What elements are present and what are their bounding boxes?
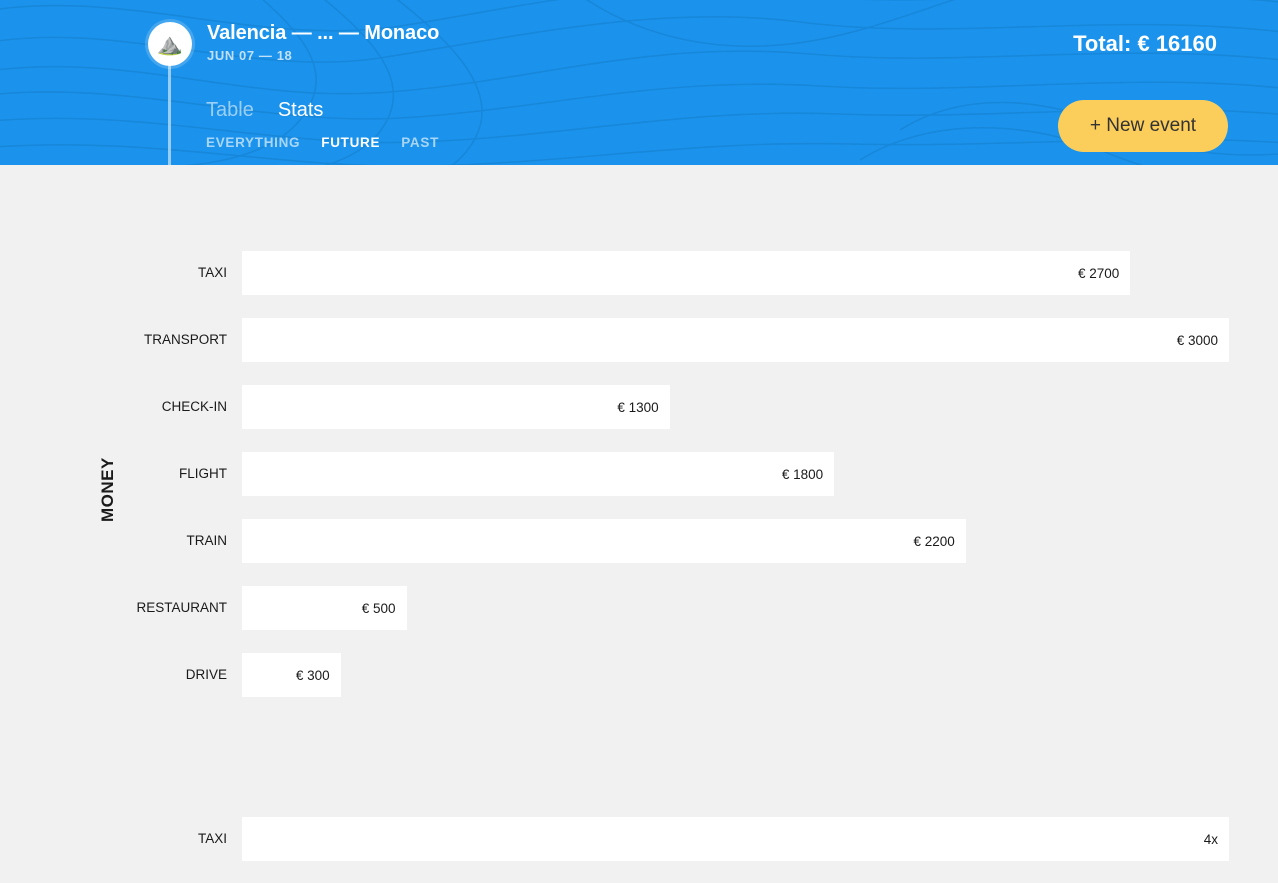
bar-category-label: FLIGHT [178,466,227,481]
avatar: ⛰️ [148,22,192,66]
filter-past[interactable]: PAST [401,135,439,150]
bar-value-label: € 2700 [1078,265,1120,281]
bar-category-label: TRANSPORT [143,332,227,347]
bar-row: DRIVE € 300 [0,653,1278,720]
bar[interactable]: € 1800 [242,452,835,496]
new-event-button[interactable]: + New event [1058,100,1228,152]
view-tabs: Table Stats [206,99,323,122]
page-title: Valencia — ... — Monaco [207,22,440,44]
bar-row: TAXI 4x [0,817,1278,883]
bar-value-label: € 1300 [617,399,659,415]
bar-value-label: € 300 [295,667,330,683]
bar-row: TAXI € 2700 [0,251,1278,318]
trip-date-range: JUN 07 — 18 [207,48,293,63]
bar-category-label: TRAIN [186,533,228,548]
bar-value-label: € 2200 [913,533,955,549]
tab-table[interactable]: Table [206,99,254,122]
filter-everything[interactable]: EVERYTHING [206,135,300,150]
bar[interactable]: 4x [242,817,1229,861]
bar[interactable]: € 2200 [242,519,966,563]
bar-value-label: € 1800 [781,466,824,482]
bar[interactable]: € 2700 [242,251,1131,295]
bar-row: TRAIN € 2200 [0,519,1278,586]
app-header: ⛰️ Valencia — ... — Monaco JUN 07 — 18 T… [0,0,1278,165]
bar-value-label: € 3000 [1176,332,1218,348]
bar-category-label: RESTAURANT [136,600,227,615]
bar-category-label: TAXI [197,265,227,280]
bar-row: CHECK-IN € 1300 [0,385,1278,452]
bar[interactable]: € 500 [242,586,407,630]
bar-category-label: CHECK-IN [161,399,227,414]
total-amount: Total: € 16160 [1073,31,1217,56]
bar-row: RESTAURANT € 500 [0,586,1278,653]
filter-tabs: EVERYTHING FUTURE PAST [206,135,439,150]
bar[interactable]: € 300 [242,653,341,697]
bar-value-label: 4x [1203,831,1218,847]
bar[interactable]: € 3000 [242,318,1229,362]
bar-category-label: TAXI [197,831,227,846]
money-bar-chart: MONEY TAXI € 2700 TRANSPORT € 3000 CHECK-IN € … [0,251,1278,720]
count-bar-chart: TAXI 4x [0,817,1278,883]
filter-future[interactable]: FUTURE [321,135,380,150]
bar-row: TRANSPORT € 3000 [0,318,1278,385]
bar-row: FLIGHT € 1800 [0,452,1278,519]
bar-value-label: € 500 [361,600,396,616]
mountain-icon: ⛰️ [156,32,184,56]
stats-charts-area: MONEY TAXI € 2700 TRANSPORT € 3000 CHECK-IN € … [0,165,1278,883]
bar[interactable]: € 1300 [242,385,670,429]
bar-category-label: DRIVE [185,667,227,682]
tab-stats[interactable]: Stats [278,99,324,122]
